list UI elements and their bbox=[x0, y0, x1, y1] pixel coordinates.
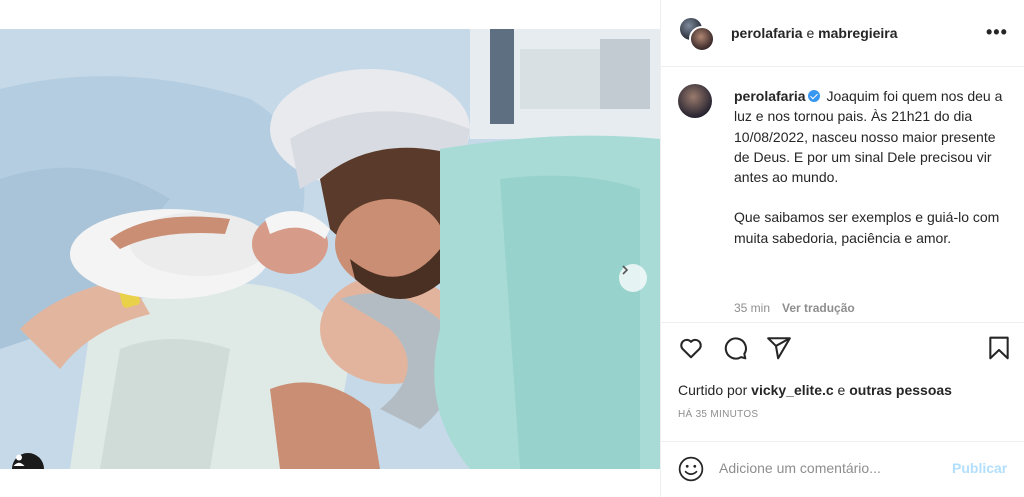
newborn-photo-illustration bbox=[0, 29, 660, 469]
avatar[interactable] bbox=[678, 84, 712, 118]
bookmark-icon[interactable] bbox=[986, 335, 1012, 361]
likes-connector: e bbox=[833, 382, 850, 398]
divider bbox=[661, 322, 1024, 323]
avatar bbox=[689, 26, 715, 52]
share-icon[interactable] bbox=[766, 335, 792, 361]
post-header: perolafaria e mabregieira ••• bbox=[661, 0, 1024, 67]
caption-username[interactable]: perolafaria bbox=[734, 88, 806, 104]
author-link[interactable]: mabregieira bbox=[818, 25, 897, 41]
user-icon bbox=[13, 454, 25, 466]
post-side-panel: perolafaria e mabregieira ••• perolafari… bbox=[660, 0, 1024, 497]
carousel-next-button[interactable] bbox=[619, 264, 647, 292]
caption-meta: 35 min Ver tradução bbox=[734, 301, 855, 315]
more-options-button[interactable]: ••• bbox=[986, 22, 1008, 43]
liker-link[interactable]: vicky_elite.c bbox=[751, 382, 834, 398]
caption-paragraph: Que saibamos ser exemplos e guiá-lo com … bbox=[734, 209, 1000, 246]
post-actions bbox=[661, 332, 1024, 364]
comment-input[interactable] bbox=[719, 457, 939, 479]
publish-button[interactable]: Publicar bbox=[952, 460, 1007, 476]
author-link[interactable]: perolafaria bbox=[731, 25, 803, 41]
authors-connector: e bbox=[802, 25, 819, 41]
post-timestamp[interactable]: HÁ 35 MINUTOS bbox=[678, 409, 758, 420]
caption-text: perolafaria Joaquim foi quem nos deu a l… bbox=[734, 86, 1004, 248]
comment-icon[interactable] bbox=[722, 335, 748, 361]
translate-link[interactable]: Ver tradução bbox=[782, 301, 855, 315]
comment-bar: Publicar bbox=[661, 442, 1024, 497]
verified-badge-icon bbox=[807, 90, 820, 102]
post-photo[interactable] bbox=[0, 29, 660, 469]
post-authors: perolafaria e mabregieira bbox=[731, 25, 898, 41]
chevron-right-icon bbox=[622, 265, 629, 275]
likes-summary: Curtido por vicky_elite.c e outras pesso… bbox=[678, 382, 952, 398]
caption-age: 35 min bbox=[734, 301, 771, 315]
emoji-icon[interactable] bbox=[678, 456, 704, 482]
collab-avatars[interactable] bbox=[678, 16, 715, 52]
other-likers-link[interactable]: outras pessoas bbox=[849, 382, 952, 398]
likes-prefix: Curtido por bbox=[678, 382, 752, 398]
heart-icon[interactable] bbox=[678, 335, 704, 361]
